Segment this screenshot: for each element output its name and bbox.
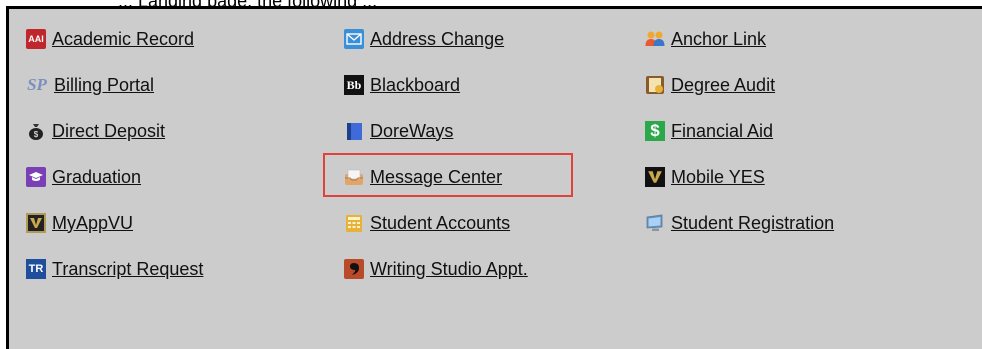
vanderbilt-v-icon bbox=[26, 213, 46, 233]
svg-text:$: $ bbox=[34, 130, 39, 139]
blackboard-icon: Bb bbox=[344, 75, 364, 95]
links-grid: AAI Academic Record SP Billing Portal $ … bbox=[9, 9, 982, 349]
link-direct-deposit[interactable]: $ Direct Deposit bbox=[26, 118, 165, 144]
link-label: Transcript Request bbox=[52, 258, 204, 279]
link-financial-aid[interactable]: $ Financial Aid bbox=[645, 118, 773, 144]
link-label: Anchor Link bbox=[671, 28, 767, 49]
link-label: Financial Aid bbox=[671, 120, 774, 141]
link-label: Academic Record bbox=[52, 28, 195, 49]
link-doreways[interactable]: DoreWays bbox=[344, 118, 453, 144]
link-myappvu[interactable]: MyAppVU bbox=[26, 210, 133, 236]
link-blackboard[interactable]: Bb Blackboard bbox=[344, 72, 460, 98]
message-center-inbox-icon bbox=[344, 167, 364, 187]
link-student-registration[interactable]: Student Registration bbox=[645, 210, 834, 236]
link-degree-audit[interactable]: Degree Audit bbox=[645, 72, 775, 98]
link-label: Direct Deposit bbox=[52, 120, 166, 141]
link-label: Student Registration bbox=[671, 212, 835, 233]
money-bag-icon: $ bbox=[26, 121, 46, 141]
computer-monitor-icon bbox=[645, 213, 665, 233]
link-label: Blackboard bbox=[370, 74, 461, 95]
writing-studio-icon bbox=[344, 259, 364, 279]
link-graduation[interactable]: Graduation bbox=[26, 164, 141, 190]
graduation-cap-icon bbox=[26, 167, 46, 187]
transcript-request-icon: TR bbox=[26, 259, 46, 279]
link-label: Graduation bbox=[52, 166, 142, 187]
link-anchor-link[interactable]: Anchor Link bbox=[645, 26, 766, 52]
dollar-sign-icon: $ bbox=[645, 121, 665, 141]
link-label: Student Accounts bbox=[370, 212, 511, 233]
link-label: MyAppVU bbox=[52, 212, 134, 233]
vanderbilt-v-icon bbox=[645, 167, 665, 187]
calculator-icon bbox=[344, 213, 364, 233]
link-label: Writing Studio Appt. bbox=[370, 258, 528, 279]
link-label: DoreWays bbox=[370, 120, 454, 141]
link-student-accounts[interactable]: Student Accounts bbox=[344, 210, 510, 236]
academic-record-icon: AAI bbox=[26, 29, 46, 49]
people-icon bbox=[645, 29, 665, 49]
link-billing-portal[interactable]: SP Billing Portal bbox=[26, 72, 154, 98]
link-label: Billing Portal bbox=[54, 74, 155, 95]
envelope-icon bbox=[344, 29, 364, 49]
link-address-change[interactable]: Address Change bbox=[344, 26, 504, 52]
link-label: Mobile YES bbox=[671, 166, 765, 187]
link-label: Address Change bbox=[370, 28, 505, 49]
link-message-center[interactable]: Message Center bbox=[344, 164, 502, 190]
link-mobile-yes[interactable]: Mobile YES bbox=[645, 164, 765, 190]
billing-portal-icon: SP bbox=[27, 75, 47, 94]
doreways-book-icon bbox=[344, 121, 364, 141]
link-label: Degree Audit bbox=[671, 74, 776, 95]
link-transcript-request[interactable]: TR Transcript Request bbox=[26, 256, 203, 282]
link-writing-studio[interactable]: Writing Studio Appt. bbox=[344, 256, 528, 282]
degree-audit-icon bbox=[645, 75, 665, 95]
quick-links-panel: AAI Academic Record SP Billing Portal $ … bbox=[6, 6, 982, 349]
link-label: Message Center bbox=[370, 166, 503, 187]
link-academic-record[interactable]: AAI Academic Record bbox=[26, 26, 194, 52]
